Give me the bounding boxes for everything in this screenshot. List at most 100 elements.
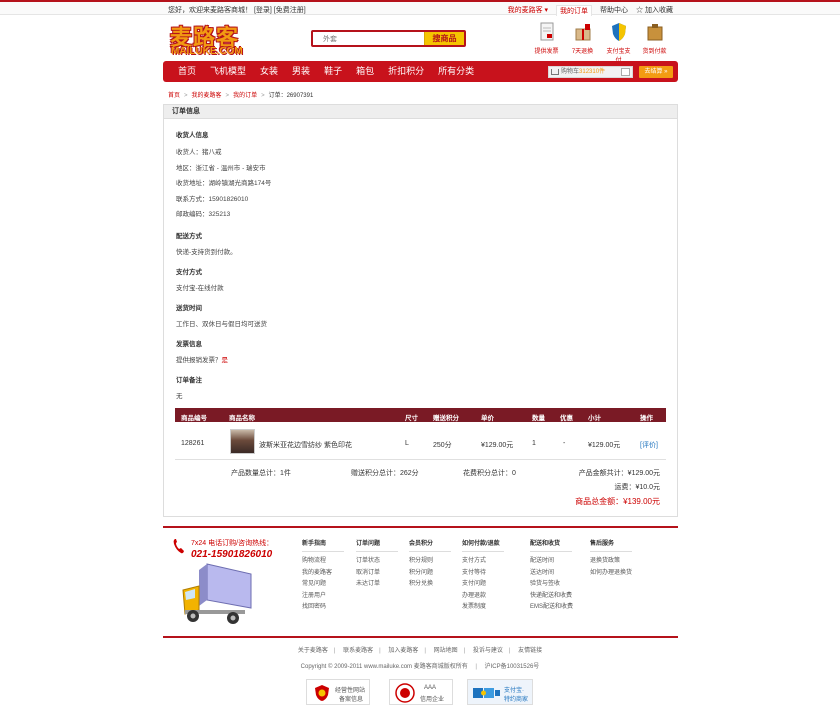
badge-alipay[interactable]: 支付宝· 特约商家 (467, 679, 533, 705)
register-link[interactable]: [免费注册] (274, 7, 306, 14)
table-header: 商品编号 商品名称 尺寸 赠送积分 单价 数量 优惠 小计 操作 (175, 408, 666, 422)
police-shield-icon (315, 685, 329, 701)
service-return-label: 7天退换 (571, 49, 594, 55)
order-summary: 产品数量总计：1件 赠送积分总计：262分 花费积分总计：0 产品金额共计：¥1… (175, 460, 666, 508)
footer-link[interactable]: 积分问题 (409, 568, 451, 580)
footer-link[interactable]: 支付问题 (462, 579, 504, 591)
cart-summary[interactable]: 购物车312310件 (548, 66, 633, 78)
col-name: 商品名称 (229, 415, 255, 422)
consignee-area: 地区：浙江省 - 温州市 - 瑞安市 (176, 165, 266, 172)
breadcrumb-orders[interactable]: 我的订单 (233, 93, 257, 99)
my-mailuke-link[interactable]: 我的麦路客 ▾ (508, 5, 548, 16)
payment-value: 支付宝-在线付款 (176, 285, 224, 292)
badge-credit-line1: AAA (424, 685, 437, 691)
cart-icon (551, 69, 559, 75)
consignee-phone: 联系方式：15901826010 (176, 196, 249, 203)
cart-count: 312310件 (579, 69, 606, 75)
search-input[interactable] (315, 33, 423, 45)
footer-link[interactable]: 配送时间 (530, 556, 573, 568)
footer-link[interactable]: 积分兑换 (409, 579, 451, 591)
footer-link[interactable]: 常见问题 (302, 579, 344, 591)
my-orders-link[interactable]: 我的订单 (556, 5, 593, 16)
add-favorite-link[interactable]: ☆ 加入收藏 (636, 5, 673, 16)
footer-link[interactable]: 购物流程 (302, 556, 344, 568)
footer-link[interactable]: 注册用户 (302, 591, 344, 603)
login-link[interactable]: [登录] (254, 7, 272, 14)
item-points: 250分 (433, 442, 452, 449)
service-alipay[interactable]: 支付宝支付 (605, 22, 632, 64)
footer-link-join[interactable]: 加入麦路客 (388, 648, 418, 654)
consignee-name: 收货人：猪八戒 (176, 149, 222, 156)
footer-link[interactable]: 取消订单 (356, 568, 398, 580)
nav-item-women[interactable]: 女装 (253, 61, 285, 82)
summary-points: 赠送积分总计：262分 (351, 470, 419, 477)
footer-col-title: 售后服务 (590, 538, 632, 552)
service-invoice[interactable]: 提供发票 (533, 22, 560, 64)
summary-freight: 运费：¥10.0元 (614, 484, 660, 491)
checkout-button[interactable]: 去结算 » (639, 66, 673, 78)
search-button[interactable]: 搜商品 (424, 32, 464, 45)
footer-link-about[interactable]: 关于麦路客 (298, 648, 328, 654)
nav-item-all[interactable]: 所有分类 (431, 61, 481, 82)
footer-link[interactable]: 支付等待 (462, 568, 504, 580)
help-center-link[interactable]: 帮助中心 (600, 5, 628, 16)
badge-icp-line1: 经营性网站 (335, 688, 366, 694)
nav-item-men[interactable]: 男装 (285, 61, 317, 82)
service-invoice-label: 提供发票 (534, 49, 559, 55)
footer-link-sitemap[interactable]: 网站地图 (434, 648, 458, 654)
order-items-table: 商品编号 商品名称 尺寸 赠送积分 单价 数量 优惠 小计 操作 128261 … (175, 408, 666, 508)
footer-link-friends[interactable]: 友情链接 (518, 648, 542, 654)
consignee-address: 收货地址：湖岭镇湖光商路174号 (176, 180, 272, 187)
footer-link[interactable]: 我的麦路客 (302, 568, 344, 580)
footer-col-orders: 订单问题 订单状态 取消订单 未达订单 (356, 538, 398, 591)
footer-link[interactable]: 未达订单 (356, 579, 398, 591)
breadcrumb: 首页 > 我的麦路客 > 我的订单 > 订单：26907391 (168, 93, 314, 99)
col-id: 商品编号 (181, 415, 207, 422)
footer-link[interactable]: EMS配送和收费 (530, 602, 573, 614)
summary-qty: 产品数量总计：1件 (231, 470, 291, 477)
nav-item-home[interactable]: 首页 (171, 61, 203, 82)
nav-item-points[interactable]: 折扣积分 (381, 61, 431, 82)
search-box: 搜商品 (311, 30, 466, 47)
footer-link[interactable]: 办理退款 (462, 591, 504, 603)
footer-link[interactable]: 验货与签收 (530, 579, 573, 591)
col-size: 尺寸 (405, 415, 418, 422)
nav-item-bags[interactable]: 箱包 (349, 61, 381, 82)
delivery-truck-icon (182, 563, 252, 624)
footer-link[interactable]: 退换货政策 (590, 556, 632, 568)
summary-total: 商品总金额：¥139.00元 (575, 497, 660, 506)
item-name[interactable]: 波斯米亚花边雪纺纱 紫色印花 (259, 440, 352, 450)
footer-link[interactable]: 如何办理退换货 (590, 568, 632, 580)
site-logo[interactable]: 麦路客 MAILUKE.COM (168, 20, 250, 58)
chevron-down-icon[interactable] (621, 68, 630, 76)
footer-link[interactable]: 快递配送和收费 (530, 591, 573, 603)
service-return[interactable]: 7天退换 (569, 22, 596, 64)
logo-en-text: MAILUKE.COM (171, 46, 243, 57)
shield-icon (611, 23, 626, 41)
footer-link[interactable]: 找回密码 (302, 602, 344, 614)
footer-link-feedback[interactable]: 投诉与建议 (473, 648, 503, 654)
product-image[interactable] (230, 429, 255, 454)
review-link[interactable]: [评价] (640, 440, 658, 450)
footer-link[interactable]: 发票制度 (462, 602, 504, 614)
breadcrumb-my[interactable]: 我的麦路客 (192, 93, 222, 99)
shipping-value: 快递-支持货到付款。 (176, 249, 237, 256)
footer-link[interactable]: 送达时间 (530, 568, 573, 580)
shipping-title: 配送方式 (176, 233, 202, 240)
footer-link[interactable]: 支付方式 (462, 556, 504, 568)
nav-item-shoes[interactable]: 鞋子 (317, 61, 349, 82)
footer-link-contact[interactable]: 联系麦路客 (343, 648, 373, 654)
footer-link[interactable]: 积分规则 (409, 556, 451, 568)
badge-credit-line2: 信用企业 (420, 697, 445, 703)
hotline-number: 021-15901826010 (191, 549, 273, 560)
item-qty: 1 (532, 440, 536, 447)
badge-icp[interactable]: 经营性网站 备案信息 (306, 679, 370, 705)
icp-text[interactable]: 沪ICP备10031526号 (485, 664, 540, 670)
nav-item-aircraft[interactable]: 飞机模型 (203, 61, 253, 82)
breadcrumb-home[interactable]: 首页 (168, 93, 180, 99)
footer-link[interactable]: 订单状态 (356, 556, 398, 568)
badge-credit[interactable]: AAA 信用企业 (389, 679, 453, 705)
item-price: ¥129.00元 (481, 442, 514, 449)
service-cod[interactable]: 货到付款 (641, 22, 668, 64)
cart-label: 购物车 (561, 69, 580, 75)
